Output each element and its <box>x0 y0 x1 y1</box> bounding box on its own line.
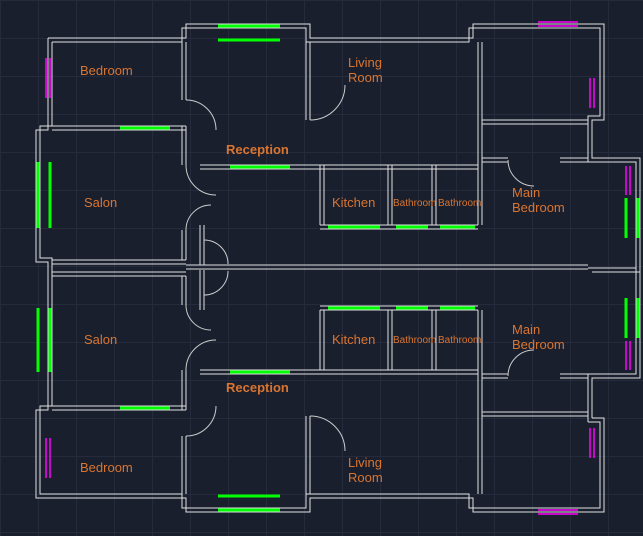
label-bedroom: Bedroom <box>80 63 133 78</box>
label-living: Living Room <box>348 455 383 485</box>
label-bedroom: Bedroom <box>80 460 133 475</box>
label-bathroom: Bathroom <box>393 335 436 346</box>
label-reception: Reception <box>226 380 289 395</box>
floorplan-svg <box>0 0 643 536</box>
label-main-bedroom: Main Bedroom <box>512 322 565 352</box>
floorplan-canvas[interactable]: Bedroom Bedroom Salon Salon Reception Re… <box>0 0 643 536</box>
label-salon: Salon <box>84 195 117 210</box>
label-reception: Reception <box>226 142 289 157</box>
label-living: Living Room <box>348 55 383 85</box>
label-salon: Salon <box>84 332 117 347</box>
label-bathroom: Bathroom <box>393 198 436 209</box>
label-bathroom: Bathroom <box>438 198 481 209</box>
label-bathroom: Bathroom <box>438 335 481 346</box>
label-main-bedroom: Main Bedroom <box>512 185 565 215</box>
label-kitchen: Kitchen <box>332 332 375 347</box>
label-kitchen: Kitchen <box>332 195 375 210</box>
